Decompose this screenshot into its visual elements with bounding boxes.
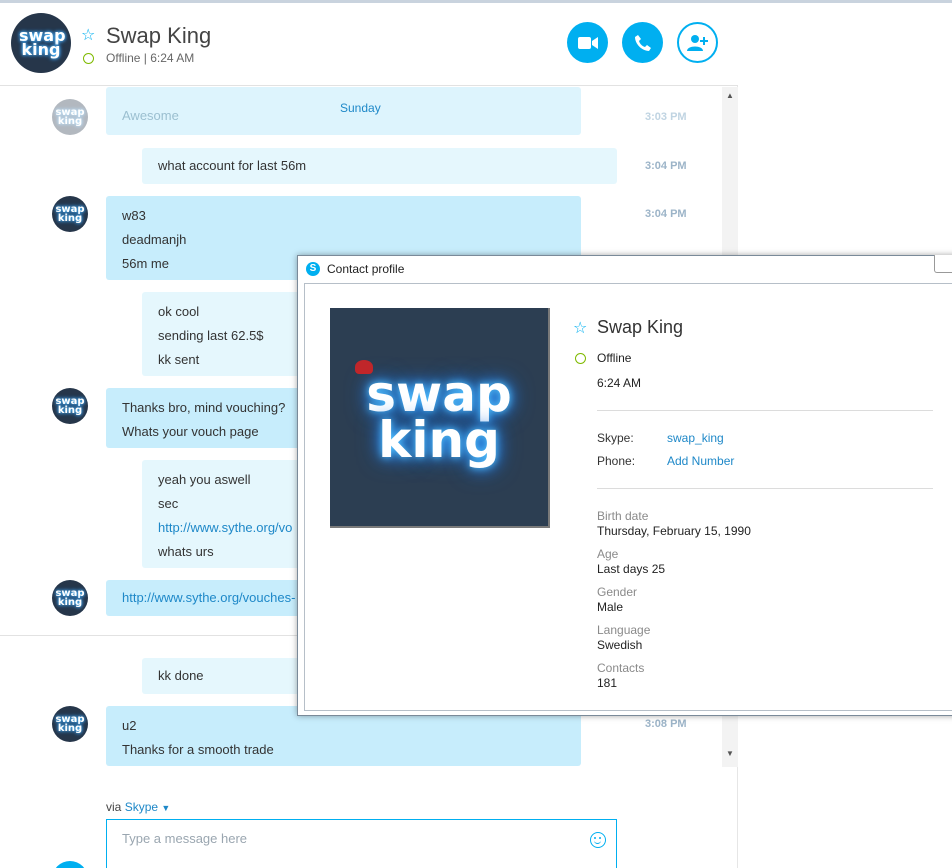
add-contact-button[interactable] <box>677 22 718 63</box>
contact-name[interactable]: Swap King <box>106 23 211 49</box>
previous-message-text: Awesome <box>122 108 179 123</box>
favorite-star-icon[interactable]: ☆ <box>81 25 95 45</box>
avatar: swap king <box>52 99 88 135</box>
santa-hat-icon <box>355 360 373 374</box>
scroll-up-icon[interactable]: ▲ <box>726 91 734 100</box>
add-number-link[interactable]: Add Number <box>667 454 734 468</box>
message-time: 3:04 PM <box>645 160 687 172</box>
message-composer[interactable] <box>106 819 617 868</box>
via-service: via Skype ▼ <box>106 800 170 814</box>
gender-value: Male <box>597 600 624 614</box>
status-offline-icon <box>575 353 586 364</box>
avatar-logo: swap king <box>19 26 66 59</box>
language-label: Language <box>597 623 651 637</box>
message-bubble-outgoing[interactable]: what account for last 56m <box>142 148 617 184</box>
age-value: Last days 25 <box>597 562 666 576</box>
chat-header: swap king ☆ Swap King Offline | 6:24 AM <box>0 3 738 86</box>
contacts-label: Contacts <box>597 661 645 675</box>
video-call-button[interactable] <box>567 22 608 63</box>
profile-content: swap king ☆ Swap King Offline 6:24 AM Sk… <box>304 283 952 711</box>
emoticon-icon[interactable] <box>590 832 606 848</box>
message-line: deadmanjh <box>122 232 187 247</box>
chevron-down-icon[interactable]: ▼ <box>161 803 170 813</box>
contact-status: Offline | 6:24 AM <box>106 51 195 65</box>
profile-titlebar[interactable]: S Contact profile <box>298 255 952 283</box>
avatar[interactable]: swap king <box>52 580 88 616</box>
age-label: Age <box>597 547 619 561</box>
message-line: u2 <box>122 718 137 733</box>
contacts-value: 181 <box>597 676 618 690</box>
favorite-star-icon[interactable]: ☆ <box>573 318 587 338</box>
avatar[interactable]: swap king <box>52 706 88 742</box>
profile-window-title: Contact profile <box>327 262 405 276</box>
gender-label: Gender <box>597 585 638 599</box>
add-person-icon <box>686 34 708 51</box>
phone-label: Phone: <box>597 454 636 468</box>
profile-name: Swap King <box>597 317 684 337</box>
profile-status: Offline <box>597 351 632 365</box>
birth-date-label: Birth date <box>597 509 649 523</box>
previous-message-time: 3:03 PM <box>645 111 687 123</box>
message-line: Thanks for a smooth trade <box>122 742 274 757</box>
profile-photo[interactable]: swap king <box>330 308 550 528</box>
message-time: 3:04 PM <box>645 208 687 220</box>
skype-logo-icon: S <box>306 262 320 276</box>
language-value: Swedish <box>597 638 643 652</box>
profile-photo-logo: swap king <box>366 365 512 469</box>
via-prefix: via <box>106 800 122 814</box>
message-line: what account for last 56m <box>158 158 307 173</box>
divider <box>597 488 933 489</box>
profile-local-time: 6:24 AM <box>597 376 642 390</box>
service-selector[interactable]: Skype <box>125 800 158 814</box>
avatar[interactable]: swap king <box>52 196 88 232</box>
skype-label: Skype: <box>597 431 634 445</box>
phone-icon <box>634 34 651 51</box>
message-time: 3:08 PM <box>645 718 687 730</box>
birth-date-value: Thursday, February 15, 1990 <box>597 524 751 538</box>
avatar[interactable]: swap king <box>52 388 88 424</box>
video-camera-icon <box>577 36 598 49</box>
contact-avatar[interactable]: swap king <box>11 13 71 73</box>
audio-call-button[interactable] <box>622 22 663 63</box>
skype-window: swap king ☆ Swap King Offline | 6:24 AM … <box>0 0 952 868</box>
avatar-logo: swap king <box>55 204 85 224</box>
avatar-logo: swap king <box>55 588 85 608</box>
message-input[interactable] <box>122 831 582 846</box>
day-separator: Sunday <box>340 101 381 115</box>
status-offline-icon <box>83 53 94 64</box>
avatar-logo: swap king <box>55 714 85 734</box>
close-icon[interactable] <box>934 255 952 273</box>
divider <box>597 410 933 411</box>
scroll-down-icon[interactable]: ▼ <box>726 749 734 758</box>
skype-id-link[interactable]: swap_king <box>667 431 724 445</box>
avatar-logo: swap king <box>55 107 85 127</box>
self-avatar[interactable] <box>52 861 88 868</box>
avatar-logo: swap king <box>55 396 85 416</box>
message-line: w83 <box>122 208 146 223</box>
contact-profile-window: S Contact profile swap king ☆ Swap King … <box>297 255 952 716</box>
